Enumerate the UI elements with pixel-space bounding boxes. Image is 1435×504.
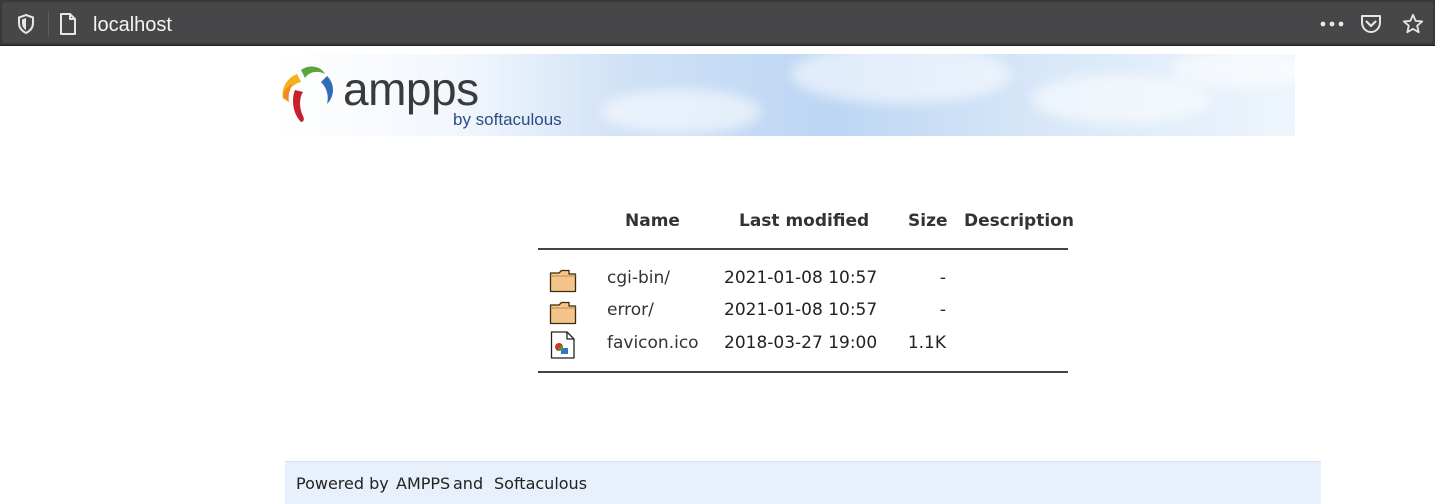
column-header-description[interactable]: Description [964,211,1074,231]
file-size: - [939,268,946,288]
column-header-name[interactable]: Name [625,211,680,231]
file-name-link[interactable]: error/ [607,300,654,320]
column-header-last-modified[interactable]: Last modified [739,211,869,231]
url-text[interactable]: localhost [93,12,172,38]
footer-prefix: Powered by [296,474,389,493]
banner-cloud [1031,74,1211,124]
file-modified: 2021-01-08 10:57 [724,300,878,320]
browser-toolbar: localhost [0,0,1435,46]
pocket-icon[interactable] [1360,13,1382,35]
file-size: 1.1K [907,333,946,353]
table-row: favicon.ico 2018-03-27 19:00 1.1K [538,328,1068,360]
more-icon[interactable] [1319,13,1345,35]
star-icon[interactable] [1402,13,1424,35]
page-icon[interactable] [57,13,79,35]
file-name-link[interactable]: favicon.ico [607,333,699,353]
footer-and: and [453,474,484,493]
file-modified: 2021-01-08 10:57 [724,268,878,288]
file-name-link[interactable]: cgi-bin/ [607,268,670,288]
logo-wordmark: ampps [343,63,479,115]
footer-ampps-link[interactable]: AMPPS [396,474,450,493]
table-row: cgi-bin/ 2021-01-08 10:57 - [538,263,1068,295]
table-bottom-divider [538,371,1068,373]
column-header-size[interactable]: Size [908,211,948,231]
file-size: - [939,300,946,320]
footer: Powered by AMPPS and Softaculous [285,461,1321,504]
ampps-logo-icon [282,66,333,122]
image-file-icon [550,331,575,359]
banner-cloud [791,54,1011,104]
header-divider [538,248,1068,250]
url-bar[interactable]: localhost [2,2,1433,43]
toolbar-divider [48,12,49,36]
shield-icon[interactable] [15,13,37,35]
table-row: error/ 2021-01-08 10:57 - [538,295,1068,327]
file-modified: 2018-03-27 19:00 [724,333,878,353]
banner-cloud [601,89,761,134]
logo-byline: by softaculous [453,110,562,129]
ampps-banner: ampps by softaculous [271,54,1295,136]
folder-icon [549,301,577,325]
folder-icon [549,269,577,293]
footer-softaculous-link[interactable]: Softaculous [494,474,587,493]
